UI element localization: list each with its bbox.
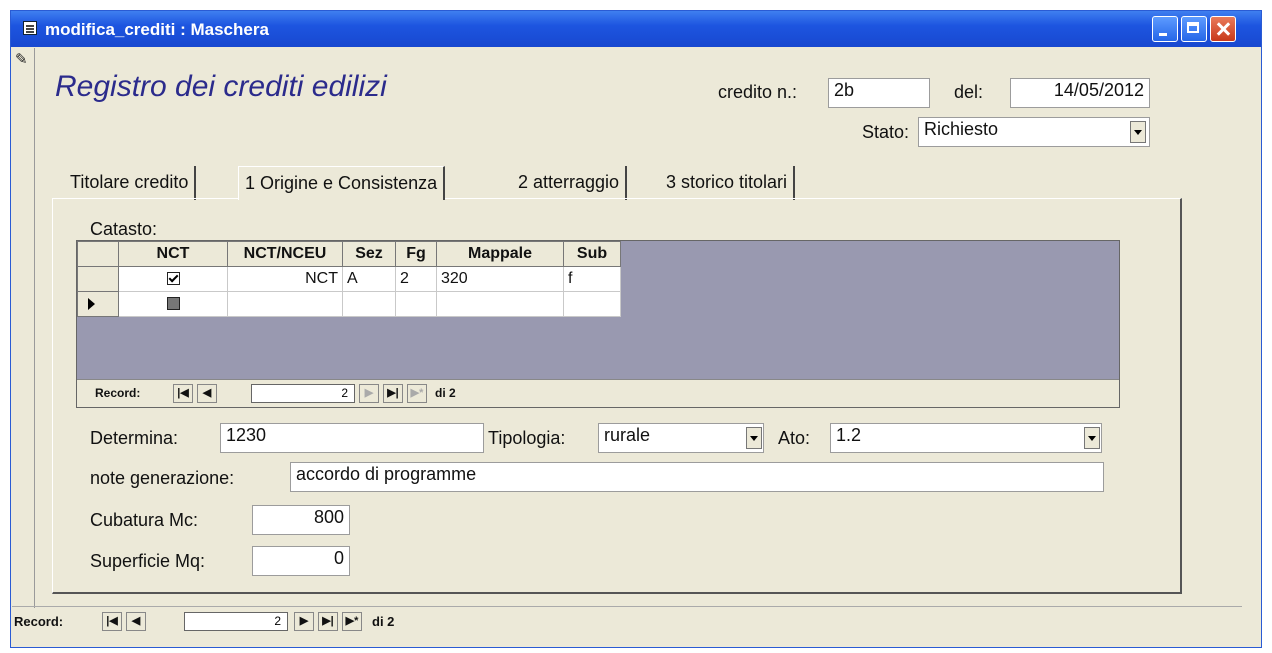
main-record-number-input[interactable]: 2 bbox=[184, 612, 288, 631]
column-header-nct-nceu[interactable]: NCT/NCEU bbox=[227, 241, 343, 267]
note-generazione-input[interactable]: accordo di programme bbox=[290, 462, 1104, 492]
nct-nceu-cell-new[interactable] bbox=[227, 291, 343, 317]
del-label: del: bbox=[954, 82, 984, 102]
column-header-fg[interactable]: Fg bbox=[395, 241, 437, 267]
tab-atterraggio[interactable]: 2 atterraggio bbox=[512, 166, 628, 200]
superficie-input[interactable]: 0 bbox=[252, 546, 350, 576]
note-generazione-label: note generazione: bbox=[90, 468, 235, 488]
column-header-sez[interactable]: Sez bbox=[342, 241, 396, 267]
credito-label: credito n.: bbox=[718, 82, 798, 102]
form-title: Registro dei crediti edilizi bbox=[55, 70, 387, 103]
ato-label: Ato: bbox=[778, 428, 811, 448]
sub-cell[interactable]: f bbox=[563, 266, 621, 292]
close-button[interactable] bbox=[1210, 16, 1236, 42]
date-input[interactable]: 14/05/2012 bbox=[1010, 78, 1150, 108]
subform-record-count: di 2 bbox=[435, 386, 456, 400]
subform-record-navigator: Record: |◀ ◀ 2 ▶ ▶| ▶* di 2 bbox=[77, 379, 1119, 407]
superficie-label: Superficie Mq: bbox=[90, 551, 206, 571]
current-row-selector[interactable] bbox=[77, 291, 119, 317]
cubatura-label: Cubatura Mc: bbox=[90, 510, 199, 530]
sez-cell[interactable]: A bbox=[342, 266, 396, 292]
row-selector[interactable] bbox=[77, 266, 119, 292]
record-selector[interactable] bbox=[12, 48, 35, 608]
sez-cell-new[interactable] bbox=[342, 291, 396, 317]
stato-dropdown-arrow-icon[interactable] bbox=[1130, 121, 1146, 143]
fg-cell[interactable]: 2 bbox=[395, 266, 437, 292]
nct-nceu-cell[interactable]: NCT bbox=[227, 266, 343, 292]
form-icon bbox=[23, 21, 37, 35]
tipologia-dropdown-arrow-icon[interactable] bbox=[746, 427, 762, 449]
nct-checkbox[interactable] bbox=[166, 272, 180, 286]
tipologia-select[interactable]: rurale bbox=[598, 423, 764, 453]
ato-select[interactable]: 1.2 bbox=[830, 423, 1102, 453]
subform-next-record-icon[interactable]: ▶ bbox=[359, 384, 379, 403]
tab-titolare-credito[interactable]: Titolare credito bbox=[64, 166, 197, 200]
mappale-cell-new[interactable] bbox=[436, 291, 564, 317]
main-record-navigator: Record: |◀ ◀ 2 ▶ ▶| ▶* di 2 bbox=[12, 606, 1242, 635]
column-header-nct[interactable]: NCT bbox=[118, 241, 228, 267]
tipologia-value: rurale bbox=[604, 425, 651, 445]
window-title: modifica_crediti : Maschera bbox=[45, 20, 269, 39]
row-selector-header bbox=[77, 241, 119, 267]
maximize-button[interactable] bbox=[1181, 16, 1207, 42]
subform-first-record-icon[interactable]: |◀ bbox=[173, 384, 193, 403]
catasto-subform: NCT NCT/NCEU Sez Fg Mappale Sub NCT A 2 … bbox=[76, 240, 1120, 408]
title-bar[interactable]: modifica_crediti : Maschera bbox=[11, 11, 1261, 47]
catasto-label: Catasto: bbox=[90, 219, 158, 239]
minimize-button[interactable] bbox=[1152, 16, 1178, 42]
tipologia-label: Tipologia: bbox=[488, 428, 566, 448]
subform-previous-record-icon[interactable]: ◀ bbox=[197, 384, 217, 403]
ato-value: 1.2 bbox=[836, 425, 862, 445]
stato-value: Richiesto bbox=[924, 119, 999, 139]
determina-label: Determina: bbox=[90, 428, 179, 448]
main-first-record-icon[interactable]: |◀ bbox=[102, 612, 122, 631]
credito-input[interactable]: 2b bbox=[828, 78, 930, 108]
mappale-cell[interactable]: 320 bbox=[436, 266, 564, 292]
cubatura-input[interactable]: 800 bbox=[252, 505, 350, 535]
tab-origine-consistenza[interactable]: 1 Origine e Consistenza bbox=[238, 166, 446, 200]
main-previous-record-icon[interactable]: ◀ bbox=[126, 612, 146, 631]
subform-last-record-icon[interactable]: ▶| bbox=[383, 384, 403, 403]
table-new-row[interactable] bbox=[77, 291, 621, 317]
main-record-label: Record: bbox=[14, 614, 64, 629]
stato-select[interactable]: Richiesto bbox=[918, 117, 1150, 147]
main-record-count: di 2 bbox=[372, 614, 395, 629]
main-new-record-icon[interactable]: ▶* bbox=[342, 612, 362, 631]
catasto-table: NCT NCT/NCEU Sez Fg Mappale Sub NCT A 2 … bbox=[77, 241, 621, 317]
fg-cell-new[interactable] bbox=[395, 291, 437, 317]
subform-record-number-input[interactable]: 2 bbox=[251, 384, 355, 403]
subform-new-record-icon[interactable]: ▶* bbox=[407, 384, 427, 403]
table-row[interactable]: NCT A 2 320 f bbox=[77, 266, 621, 292]
main-next-record-icon[interactable]: ▶ bbox=[294, 612, 314, 631]
current-record-arrow-icon bbox=[88, 297, 95, 310]
sub-cell-new[interactable] bbox=[563, 291, 621, 317]
stato-label: Stato: bbox=[862, 122, 910, 142]
pencil-icon: ✎ bbox=[15, 51, 28, 68]
tab-storico-titolari[interactable]: 3 storico titolari bbox=[660, 166, 796, 200]
main-last-record-icon[interactable]: ▶| bbox=[318, 612, 338, 631]
subform-record-label: Record: bbox=[95, 386, 141, 400]
column-header-sub[interactable]: Sub bbox=[563, 241, 621, 267]
nct-cell-new[interactable] bbox=[118, 291, 228, 317]
ato-dropdown-arrow-icon[interactable] bbox=[1084, 427, 1100, 449]
table-header-row: NCT NCT/NCEU Sez Fg Mappale Sub bbox=[77, 241, 621, 267]
nct-checkbox-new[interactable] bbox=[166, 297, 180, 311]
nct-cell[interactable] bbox=[118, 266, 228, 292]
column-header-mappale[interactable]: Mappale bbox=[436, 241, 564, 267]
determina-input[interactable]: 1230 bbox=[220, 423, 484, 453]
